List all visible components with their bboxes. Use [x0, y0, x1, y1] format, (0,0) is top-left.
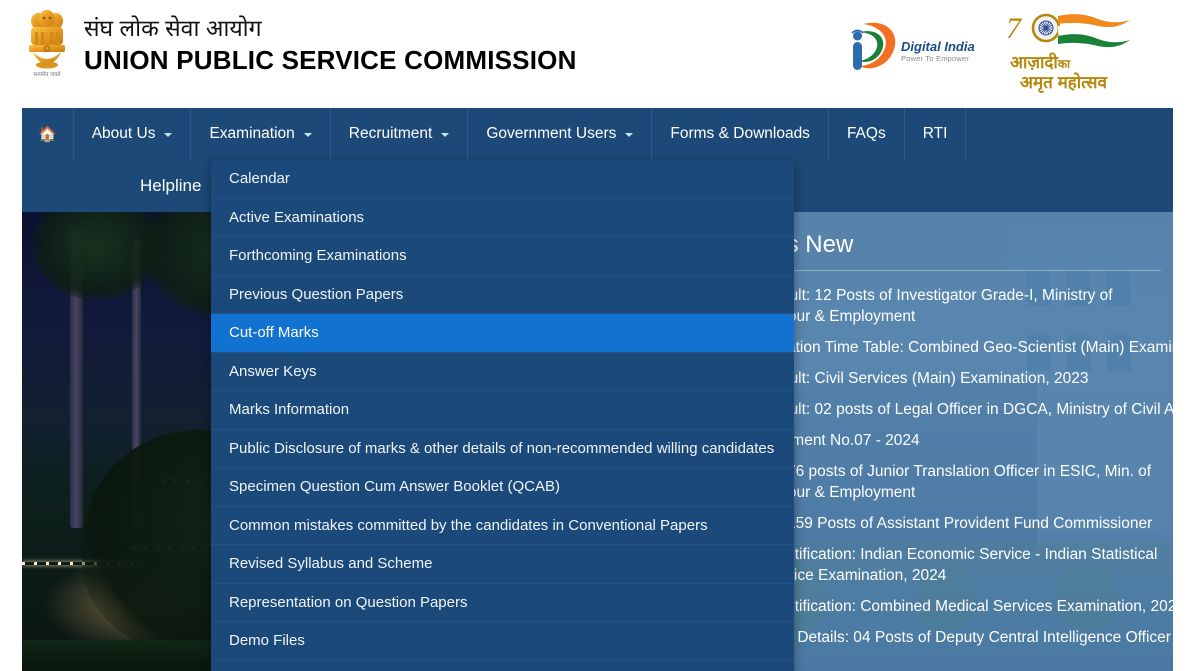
nav-examination-label: Examination: [209, 125, 295, 142]
list-item[interactable]: n Notification: Combined Medical Service…: [762, 596, 1173, 617]
nav-faqs[interactable]: FAQs: [829, 108, 905, 160]
list-item[interactable]: mination Time Table: Combined Geo-Scient…: [762, 337, 1173, 358]
menu-item-common-mistakes[interactable]: Common mistakes committed by the candida…: [211, 507, 794, 545]
nav-government-users-label: Government Users: [486, 125, 617, 142]
list-item[interactable]: ce: 159 Posts of Assistant Provident Fun…: [762, 513, 1161, 534]
nav-government-users[interactable]: Government Users: [468, 108, 653, 160]
menu-item-specimen-qcab[interactable]: Specimen Question Cum Answer Booklet (QC…: [211, 468, 794, 507]
digital-india-tagline: Power To Empower: [901, 54, 970, 63]
menu-item-active-examinations[interactable]: Active Examinations: [211, 199, 794, 237]
digital-india-icon: [843, 18, 901, 83]
site-header: सत्यमेव जयते संघ लोक सेवा आयोग UNION PUB…: [0, 0, 1187, 100]
list-item[interactable]: n Notification: Indian Economic Service …: [762, 544, 1161, 586]
list-item[interactable]: view Details: 04 Posts of Deputy Central…: [762, 627, 1171, 648]
nav-rti[interactable]: RTI: [905, 108, 967, 160]
azadi-75-icon: 7: [1006, 12, 1130, 48]
whats-new-panel: at's New Result: 12 Posts of Investigato…: [748, 212, 1173, 671]
dropdown-footer: [211, 660, 794, 669]
digital-india-name: Digital India: [901, 39, 975, 54]
brand-block: सत्यमेव जयते संघ लोक सेवा आयोग UNION PUB…: [24, 8, 577, 90]
nav-rti-label: RTI: [922, 125, 948, 142]
main-navigation[interactable]: 🏠 About Us Examination Recruitment Gover…: [22, 108, 1173, 160]
nav-forms-downloads-label: Forms & Downloads: [670, 125, 810, 142]
menu-item-representation-on-question-papers[interactable]: Representation on Question Papers: [211, 584, 794, 622]
nav-home[interactable]: 🏠: [22, 108, 74, 160]
examination-dropdown-menu[interactable]: Calendar Active Examinations Forthcoming…: [211, 160, 794, 671]
nav-recruitment[interactable]: Recruitment: [331, 108, 469, 160]
chevron-down-icon: [441, 133, 450, 137]
nav-examination[interactable]: Examination: [191, 108, 331, 160]
list-item[interactable]: ce: 76 posts of Junior Translation Offic…: [762, 461, 1161, 503]
emblem-caption: सत्यमेव जयते: [33, 71, 61, 78]
whats-new-list: Result: 12 Posts of Investigator Grade-I…: [762, 285, 1173, 648]
nav-recruitment-label: Recruitment: [348, 125, 433, 142]
menu-item-public-disclosure[interactable]: Public Disclosure of marks & other detai…: [211, 430, 794, 468]
menu-item-previous-question-papers[interactable]: Previous Question Papers: [211, 276, 794, 314]
site-title-english: UNION PUBLIC SERVICE COMMISSION: [84, 45, 577, 75]
list-item[interactable]: rtisement No.07 - 2024: [762, 430, 1161, 451]
ashoka-emblem-icon: सत्यमेव जयते: [24, 8, 70, 90]
site-title-hindi: संघ लोक सेवा आयोग: [84, 15, 262, 41]
menu-item-cut-off-marks[interactable]: Cut-off Marks: [211, 314, 794, 353]
nav-faqs-label: FAQs: [846, 125, 886, 142]
whats-new-divider: [762, 270, 1161, 271]
page-root: सत्यमेव जयते संघ लोक सेवा आयोग UNION PUB…: [0, 0, 1187, 671]
menu-item-demo-files[interactable]: Demo Files: [211, 622, 794, 661]
whats-new-title: at's New: [762, 231, 854, 258]
list-item[interactable]: Result: 02 posts of Legal Officer in DGC…: [762, 399, 1173, 420]
chevron-down-icon: [164, 133, 173, 137]
home-icon: 🏠: [38, 125, 57, 143]
menu-item-revised-syllabus-and-scheme[interactable]: Revised Syllabus and Scheme: [211, 545, 794, 584]
svg-text:7: 7: [1006, 12, 1023, 45]
azadi-line2: अमृत महोत्सव: [1020, 73, 1107, 92]
azadi-amrit-mahotsav-logo: 7 आज़ादीका अमृत महोत्सव: [1002, 8, 1152, 92]
menu-item-forthcoming-examinations[interactable]: Forthcoming Examinations: [211, 237, 794, 276]
menu-item-answer-keys[interactable]: Answer Keys: [211, 353, 794, 391]
chevron-down-icon: [303, 133, 312, 137]
digital-india-logo: Digital India Power To Empower: [843, 18, 988, 80]
chevron-down-icon: [625, 133, 634, 137]
nav-forms-downloads[interactable]: Forms & Downloads: [652, 108, 829, 160]
menu-item-calendar[interactable]: Calendar: [211, 160, 794, 199]
nav-about-us[interactable]: About Us: [74, 108, 192, 160]
helpline-label[interactable]: Helpline: [140, 176, 201, 196]
azadi-line1-suffix: का: [1057, 57, 1071, 71]
list-item[interactable]: Result: Civil Services (Main) Examinatio…: [762, 368, 1161, 389]
list-item[interactable]: Result: 12 Posts of Investigator Grade-I…: [762, 285, 1161, 327]
nav-about-us-label: About Us: [91, 125, 156, 142]
menu-item-marks-information[interactable]: Marks Information: [211, 391, 794, 430]
